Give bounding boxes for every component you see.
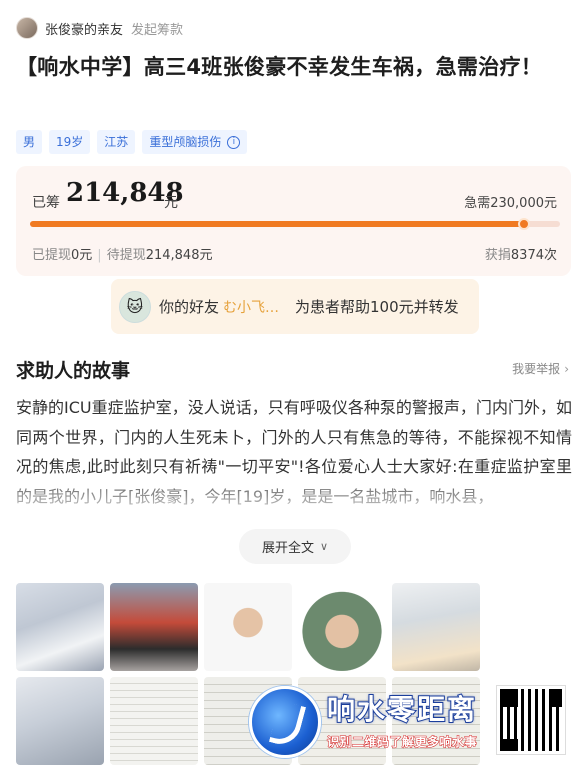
friend-share-banner[interactable]: 🐱 你的好友 む小飞… 为患者帮助100元并转发 (111, 279, 479, 334)
tag-gender: 男 (16, 130, 43, 154)
tag-province: 江苏 (97, 130, 136, 154)
photo-thumbnail[interactable] (110, 677, 198, 765)
photo-thumbnail[interactable] (298, 583, 386, 671)
report-label: 我要举报 (512, 362, 561, 376)
info-icon[interactable]: i (227, 135, 241, 149)
pending-label: 待提现 (106, 248, 146, 263)
pending-value: 214,848元 (145, 248, 213, 263)
progress-fill (30, 218, 531, 230)
watermark-title: 响水零距离 (326, 692, 478, 727)
tag-age: 19岁 (49, 130, 91, 154)
withdraw-stats: 已提现0元 | 待提现214,848元 (32, 248, 213, 263)
photo-thumbnail[interactable] (16, 583, 104, 671)
friend-avatar: 🐱 (119, 290, 151, 323)
withdrawn-value: 0元 (71, 248, 93, 263)
page-title: 【响水中学】高三4班张俊豪不幸发生车祸，急需治疗！ (16, 55, 543, 79)
progress-bar (30, 218, 560, 230)
tag-diagnosis-label: 重型颅脑损伤 (149, 135, 222, 149)
chevron-right-icon: › (564, 362, 569, 376)
tag-list: 男 19岁 江苏 重型颅脑损伤 i (16, 130, 248, 154)
expand-button[interactable]: 展开全文 ∨ (239, 529, 351, 564)
withdrawn-label: 已提现 (32, 248, 72, 263)
header: 张俊豪的亲友 发起筹款 (16, 14, 183, 42)
photo-thumbnail[interactable] (204, 583, 292, 671)
friend-action: 为患者帮助100元并转发 (295, 298, 459, 316)
tag-diagnosis[interactable]: 重型颅脑损伤 i (142, 130, 248, 154)
funding-card: 已筹 214,848 元 急需230,000元 已提现0元 | 待提现214,848… (16, 166, 571, 276)
start-fundraising-link[interactable]: 发起筹款 (131, 19, 183, 38)
friend-prefix: 你的好友 (159, 298, 220, 316)
story-heading: 求助人的故事 (16, 360, 131, 382)
photo-thumbnail[interactable] (392, 583, 480, 671)
watermark-logo (249, 686, 321, 758)
report-link[interactable]: 我要举报 › (512, 360, 569, 377)
expand-label: 展开全文 (261, 541, 314, 556)
raised-unit: 元 (164, 195, 178, 211)
avatar[interactable] (16, 17, 38, 39)
progress-knob (518, 218, 531, 230)
donations-label: 获捐 (484, 248, 511, 263)
friend-name: む小飞… (223, 299, 280, 316)
photo-thumbnail[interactable] (16, 677, 104, 765)
donation-count: 获捐8374次 (485, 244, 557, 263)
photo-thumbnail[interactable] (110, 583, 198, 671)
qr-code (496, 685, 566, 755)
donations-value: 8374次 (510, 248, 557, 263)
chevron-down-icon: ∨ (319, 540, 329, 553)
raised-label: 已筹 (32, 195, 60, 211)
target-amount: 急需230,000元 (464, 196, 557, 211)
watermark-subtitle: 识别二维码了解更多响水事 (326, 735, 478, 750)
story-fade (0, 472, 577, 520)
author-name[interactable]: 张俊豪的亲友 (45, 19, 123, 38)
